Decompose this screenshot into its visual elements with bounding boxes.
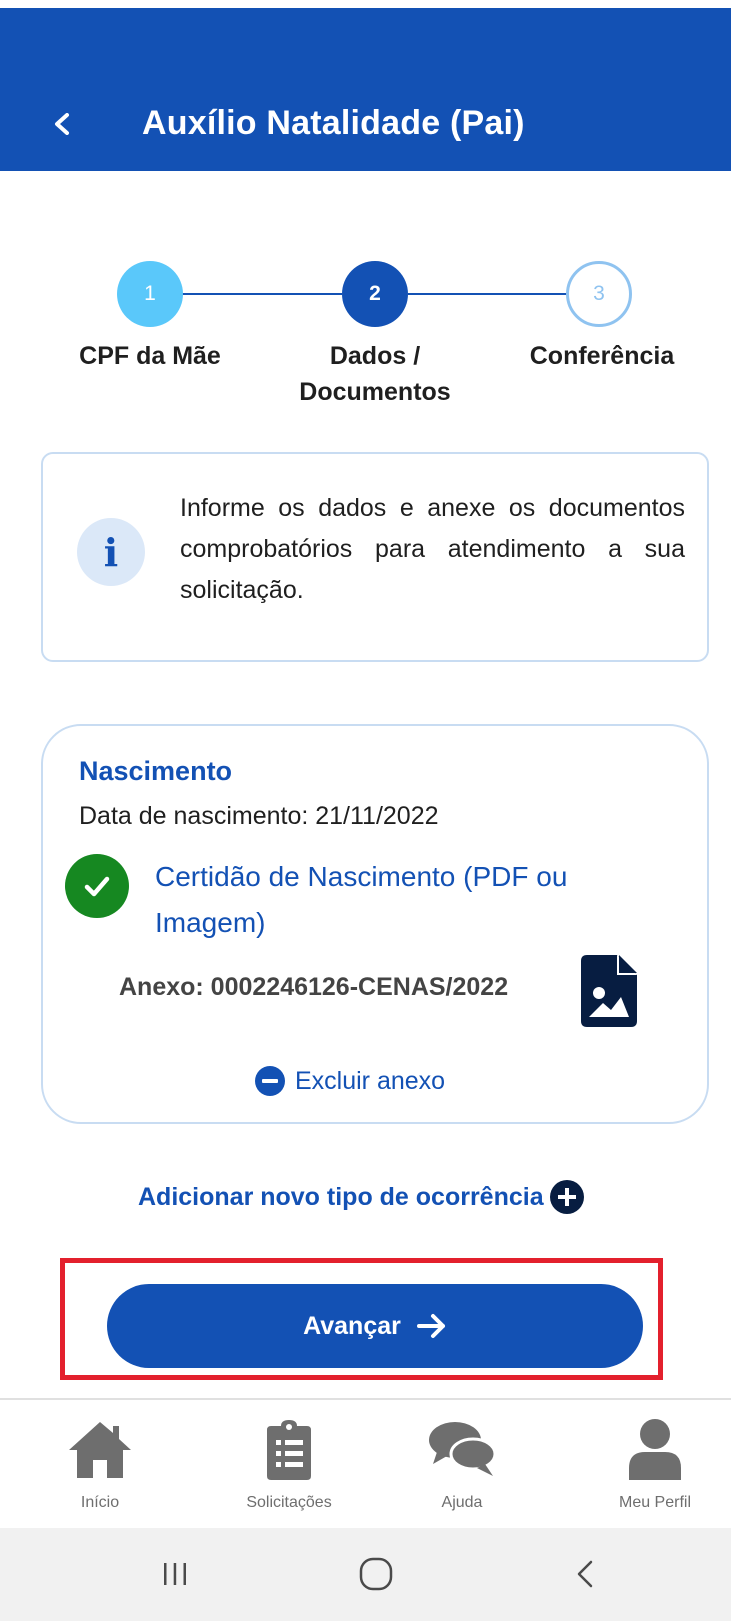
nav-item-inicio[interactable]: Início	[25, 1418, 175, 1512]
step-2-label-line2: Documentos	[299, 378, 451, 406]
progress-stepper: 1 2 3 CPF da Mãe Dados / Documentos Conf…	[0, 254, 731, 414]
check-circle-icon	[65, 854, 129, 918]
nav-item-meu-perfil[interactable]: Meu Perfil	[580, 1418, 730, 1512]
add-occurrence-label: Adicionar novo tipo de ocorrência	[138, 1182, 544, 1211]
occurrence-card: Nascimento Data de nascimento: 21/11/202…	[41, 724, 709, 1124]
birth-certificate-link[interactable]: Certidão de Nascimento (PDF ou Imagem)	[155, 854, 675, 946]
info-text: Informe os dados e anexe os documentos c…	[180, 494, 685, 604]
step-connector	[182, 293, 342, 295]
bottom-navigation: Início Solicitações Ajuda Meu Perfil	[0, 1398, 731, 1528]
status-bar	[0, 0, 731, 8]
nav-label: Início	[80, 1494, 120, 1511]
step-2-label: Dados / Documentos	[275, 338, 475, 410]
image-file-icon[interactable]	[581, 955, 637, 1027]
nav-label: Solicitações	[246, 1494, 332, 1511]
step-2-circle: 2	[342, 261, 408, 327]
app-header: Auxílio Natalidade (Pai)	[0, 8, 731, 171]
clipboard-icon	[267, 1420, 311, 1480]
recent-apps-button[interactable]	[155, 1554, 195, 1594]
plus-circle-icon	[549, 1180, 584, 1214]
arrow-right-icon	[416, 1314, 445, 1338]
system-back-button[interactable]	[565, 1554, 605, 1594]
step-connector	[408, 293, 568, 295]
attachment-id: Anexo: 0002246126-CENAS/2022	[119, 973, 509, 1001]
occurrence-title: Nascimento	[79, 756, 233, 786]
home-circle-icon	[359, 1557, 393, 1591]
info-box: i Informe os dados e anexe os documentos…	[41, 452, 709, 662]
recent-apps-icon	[164, 1563, 186, 1585]
page-title: Auxílio Natalidade (Pai)	[142, 104, 525, 142]
step-3-circle: 3	[566, 261, 632, 327]
home-icon	[69, 1422, 131, 1478]
step-1-circle: 1	[117, 261, 183, 327]
minus-circle-icon	[255, 1066, 285, 1096]
nav-label: Meu Perfil	[618, 1494, 692, 1511]
chat-bubbles-icon	[429, 1422, 497, 1476]
system-navigation-bar	[0, 1528, 731, 1621]
birth-date: Data de nascimento: 21/11/2022	[79, 802, 439, 830]
step-1-label: CPF da Mãe	[79, 342, 221, 370]
advance-button[interactable]: Avançar	[107, 1284, 643, 1368]
system-home-button[interactable]	[356, 1554, 396, 1594]
nav-item-solicitacoes[interactable]: Solicitações	[214, 1418, 364, 1512]
add-occurrence-button[interactable]: Adicionar novo tipo de ocorrência	[138, 1180, 584, 1214]
nav-label: Ajuda	[441, 1494, 483, 1511]
back-chevron-icon	[577, 1560, 593, 1588]
info-icon: i	[77, 518, 145, 586]
nav-item-ajuda[interactable]: Ajuda	[387, 1418, 537, 1512]
chevron-left-icon	[55, 113, 69, 135]
advance-label: Avançar	[303, 1311, 401, 1340]
back-button[interactable]	[44, 106, 80, 142]
step-2-label-line1: Dados /	[329, 342, 421, 370]
step-3-label: Conferência	[529, 342, 675, 370]
delete-attachment-label: Excluir anexo	[295, 1066, 446, 1095]
user-icon	[629, 1419, 681, 1480]
delete-attachment-button[interactable]: Excluir anexo	[255, 1066, 445, 1096]
